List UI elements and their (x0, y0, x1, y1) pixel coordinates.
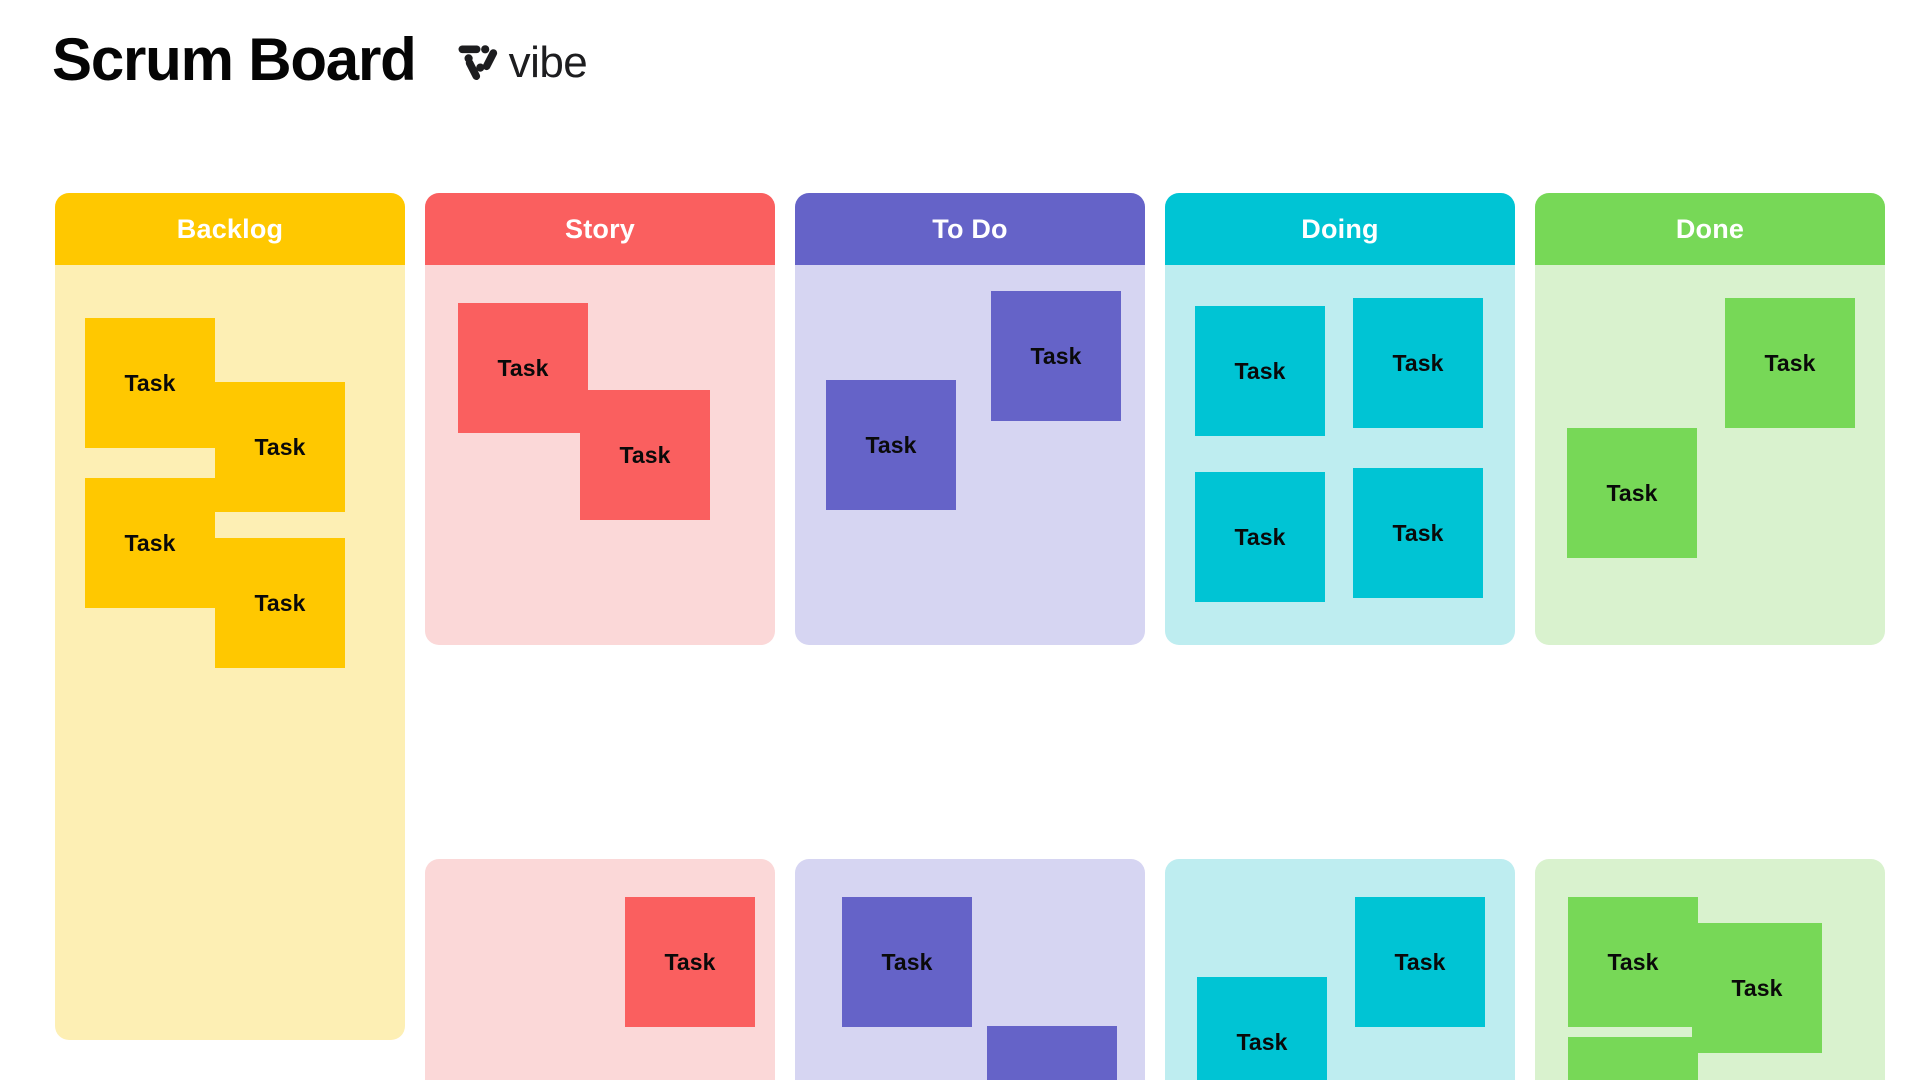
column-title: To Do (932, 213, 1008, 244)
column-panel-doing-top: Task Task Task Task (1165, 265, 1515, 645)
task-card[interactable]: Task (1692, 923, 1822, 1053)
task-card-label: Task (1236, 1028, 1288, 1055)
task-card[interactable]: Task (991, 291, 1121, 421)
column-title: Story (564, 213, 636, 244)
task-card-label: Task (1731, 974, 1783, 1001)
task-card-label: Task (124, 529, 176, 556)
column-panel-todo-top: Task Task (795, 265, 1145, 645)
task-card[interactable]: Task (1195, 472, 1325, 602)
column-header-doing[interactable]: Doing (1165, 193, 1515, 265)
task-card[interactable]: Task (987, 1026, 1117, 1080)
task-card[interactable]: Task (826, 380, 956, 510)
column-header-story[interactable]: Story (425, 193, 775, 265)
column-title: Backlog (176, 213, 284, 244)
column-panel-doing-bottom: Task Task (1165, 859, 1515, 1080)
task-card-label: Task (1392, 519, 1444, 546)
task-card-label: Task (619, 441, 671, 468)
task-card-label: Task (497, 354, 549, 381)
column-header-done[interactable]: Done (1535, 193, 1885, 265)
column-panel-backlog-single: Task Task Task Task (55, 265, 405, 1040)
column-panel-story-bottom: Task (425, 859, 775, 1080)
task-card-label: Task (254, 433, 306, 460)
column-title: Done (1675, 213, 1745, 244)
column-panel-done-bottom: Task Task Task (1535, 859, 1885, 1080)
task-card[interactable]: Task (215, 382, 345, 512)
task-card[interactable]: Task (625, 897, 755, 1027)
task-card[interactable]: Task (85, 478, 215, 608)
column-header-backlog[interactable]: Backlog (55, 193, 405, 265)
task-card[interactable]: Task (1353, 298, 1483, 428)
task-card[interactable]: Task (215, 538, 345, 668)
task-card-label: Task (1234, 523, 1286, 550)
task-card-label: Task (1392, 349, 1444, 376)
scrum-board-page: Scrum Board vibe Backlog Task Task Task Task… (0, 0, 1920, 1080)
task-card-label: Task (1030, 342, 1082, 369)
column-panel-todo-bottom: Task Task (795, 859, 1145, 1080)
task-card-label: Task (1607, 948, 1659, 975)
column-panel-done-top: Task Task (1535, 265, 1885, 645)
task-card[interactable]: Task (1195, 306, 1325, 436)
task-card-label: Task (254, 589, 306, 616)
task-card[interactable]: Task (1197, 977, 1327, 1080)
task-card[interactable]: Task (842, 897, 972, 1027)
column-title: Doing (1301, 213, 1379, 244)
task-card[interactable]: Task (580, 390, 710, 520)
task-card-label: Task (124, 369, 176, 396)
task-card-label: Task (664, 948, 716, 975)
task-card-label: Task (1234, 357, 1286, 384)
column-header-todo[interactable]: To Do (795, 193, 1145, 265)
task-card[interactable]: Task (458, 303, 588, 433)
task-card[interactable]: Task (1568, 1037, 1698, 1080)
task-card-label: Task (881, 948, 933, 975)
task-card[interactable]: Task (1355, 897, 1485, 1027)
task-card[interactable]: Task (1353, 468, 1483, 598)
task-card-label: Task (865, 431, 917, 458)
task-card[interactable]: Task (1567, 428, 1697, 558)
task-card-label: Task (1606, 479, 1658, 506)
task-card[interactable]: Task (1725, 298, 1855, 428)
task-card-label: Task (1764, 349, 1816, 376)
board-columns: Backlog Task Task Task Task Story Task Task Task… (0, 0, 1920, 1080)
column-panel-story-top: Task Task (425, 265, 775, 645)
task-card-label: Task (1394, 948, 1446, 975)
task-card[interactable]: Task (1568, 897, 1698, 1027)
task-card[interactable]: Task (85, 318, 215, 448)
